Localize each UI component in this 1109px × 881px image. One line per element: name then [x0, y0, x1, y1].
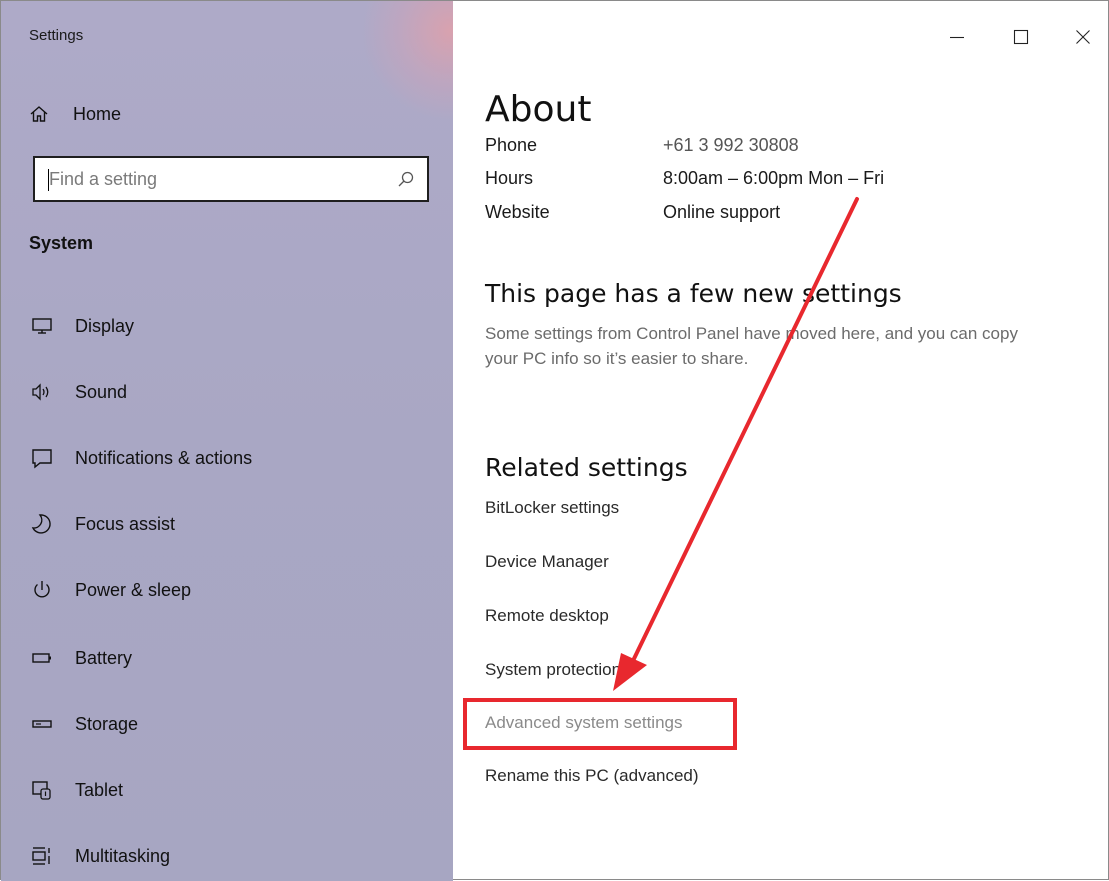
sidebar-item-notifications[interactable]: Notifications & actions	[1, 438, 453, 478]
home-link[interactable]: Home	[29, 101, 121, 127]
sidebar-item-multitasking[interactable]: Multitasking	[1, 836, 453, 876]
search-box[interactable]	[33, 156, 429, 202]
support-hours-row: Hours 8:00am – 6:00pm Mon – Fri	[485, 168, 884, 189]
moon-icon	[31, 513, 53, 535]
power-icon	[31, 579, 53, 601]
sidebar-item-tablet[interactable]: Tablet	[1, 770, 453, 810]
rename-pc-link[interactable]: Rename this PC (advanced)	[485, 766, 699, 786]
remote-desktop-link[interactable]: Remote desktop	[485, 606, 609, 626]
speaker-icon	[31, 381, 53, 403]
sidebar-item-label: Focus assist	[75, 513, 176, 534]
hours-value: 8:00am – 6:00pm Mon – Fri	[663, 168, 885, 188]
app-title: Settings	[29, 27, 84, 44]
sidebar-item-label: Multitasking	[75, 845, 171, 866]
sidebar-item-label: Power & sleep	[75, 579, 192, 600]
sidebar-item-sound[interactable]: Sound	[1, 372, 453, 412]
sidebar-item-label: Display	[75, 315, 135, 336]
device-manager-link[interactable]: Device Manager	[485, 552, 609, 572]
phone-value: +61 3 992 30808	[663, 135, 799, 151]
website-label: Website	[485, 202, 550, 222]
notification-icon	[31, 447, 53, 469]
storage-icon	[31, 713, 53, 735]
sidebar-item-label: Battery	[75, 647, 133, 668]
section-title: System	[29, 233, 94, 253]
bitlocker-settings-link[interactable]: BitLocker settings	[485, 498, 619, 518]
new-settings-heading: This page has a few new settings	[485, 279, 902, 308]
settings-window: Settings Home System Display	[0, 0, 1109, 881]
main-content: About Phone +61 3 992 30808 Hours 8:00am…	[453, 1, 1108, 879]
sidebar-accent-glow	[361, 1, 453, 121]
text-caret	[48, 169, 49, 191]
page-title: About	[485, 89, 592, 130]
highlight-box	[463, 698, 737, 750]
related-settings-heading: Related settings	[485, 453, 688, 482]
sidebar-item-label: Storage	[75, 713, 139, 734]
display-icon	[31, 315, 53, 337]
support-phone-row: Phone +61 3 992 30808	[485, 129, 799, 151]
sidebar-item-display[interactable]: Display	[1, 306, 453, 346]
new-settings-description: Some settings from Control Panel have mo…	[485, 324, 1018, 368]
phone-label: Phone	[485, 135, 538, 151]
sidebar-item-power-sleep[interactable]: Power & sleep	[1, 570, 453, 610]
sidebar-item-focus-assist[interactable]: Focus assist	[1, 504, 453, 544]
sidebar: Settings Home System Display	[1, 1, 453, 881]
sidebar-item-label: Tablet	[75, 779, 124, 800]
system-protection-link[interactable]: System protection	[485, 660, 621, 680]
multitasking-icon	[31, 845, 53, 867]
hours-label: Hours	[485, 168, 534, 188]
battery-icon	[31, 647, 53, 669]
sidebar-item-storage[interactable]: Storage	[1, 704, 453, 744]
support-website-row: Website Online support	[485, 202, 780, 223]
search-icon[interactable]	[397, 170, 415, 188]
sidebar-item-label: Notifications & actions	[75, 447, 253, 468]
sidebar-item-battery[interactable]: Battery	[1, 638, 453, 678]
search-input[interactable]	[35, 157, 397, 201]
sidebar-item-label: Sound	[75, 381, 128, 402]
tablet-icon	[31, 779, 53, 801]
home-label: Home	[73, 103, 122, 124]
home-icon	[30, 106, 48, 122]
online-support-link[interactable]: Online support	[663, 202, 780, 223]
